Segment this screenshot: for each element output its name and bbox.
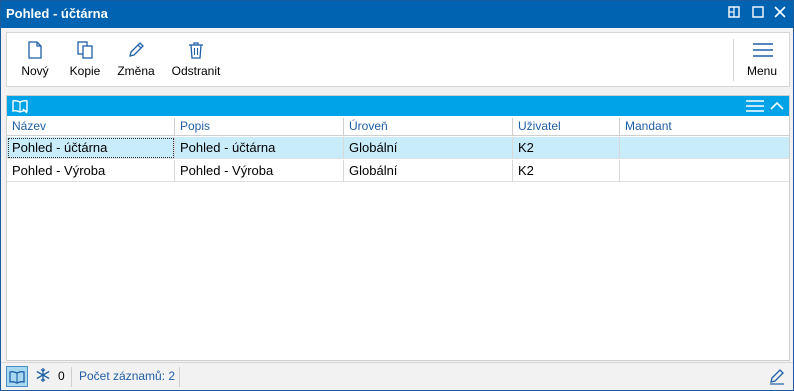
freeze-count: 0 bbox=[58, 369, 65, 383]
cell-mandant[interactable] bbox=[620, 137, 789, 159]
menu-button[interactable]: Menu bbox=[739, 33, 785, 86]
cell-uzivatel[interactable]: K2 bbox=[513, 160, 620, 182]
status-separator bbox=[71, 367, 72, 387]
trash-icon bbox=[186, 40, 206, 60]
cell-mandant[interactable] bbox=[620, 160, 789, 182]
column-header-mandant[interactable]: Mandant bbox=[620, 118, 789, 136]
column-header-uroven[interactable]: Úroveň bbox=[344, 118, 513, 136]
book-toggle-button[interactable] bbox=[6, 366, 28, 387]
edit-button[interactable]: Změna bbox=[111, 33, 161, 86]
window-title: Pohled - účtárna bbox=[6, 6, 108, 21]
cell-uzivatel[interactable]: K2 bbox=[513, 137, 620, 159]
column-header-popis[interactable]: Popis bbox=[175, 118, 344, 136]
records-grid: Název Popis Úroveň Uživatel Mandant Pohl… bbox=[6, 95, 790, 361]
table-row[interactable]: Pohled - účtárna Pohled - účtárna Globál… bbox=[7, 137, 789, 159]
cell-popis[interactable]: Pohled - účtárna bbox=[175, 137, 344, 159]
edit-pen-icon[interactable] bbox=[768, 367, 786, 388]
pencil-icon bbox=[126, 40, 146, 60]
menu-button-label: Menu bbox=[746, 64, 778, 78]
hamburger-icon bbox=[752, 40, 773, 60]
new-button-label: Nový bbox=[21, 64, 49, 78]
status-bar: 0 Počet záznamů: 2 bbox=[1, 362, 793, 390]
close-icon[interactable] bbox=[771, 5, 789, 23]
column-header-uzivatel[interactable]: Uživatel bbox=[513, 118, 620, 136]
status-separator bbox=[179, 367, 180, 387]
copy-icon bbox=[75, 40, 95, 60]
delete-button[interactable]: Odstranit bbox=[167, 33, 225, 86]
grid-menu-icon[interactable] bbox=[745, 98, 765, 117]
record-count: Počet záznamů: 2 bbox=[79, 369, 176, 383]
toolbar: Nový Kopie Změna Odstranit Menu bbox=[6, 32, 790, 87]
snowflake-icon[interactable] bbox=[35, 367, 51, 386]
cell-uroven[interactable]: Globální bbox=[344, 137, 513, 159]
table-row[interactable]: Pohled - Výroba Pohled - Výroba Globální… bbox=[7, 160, 789, 182]
cell-nazev[interactable]: Pohled - Výroba bbox=[7, 160, 175, 182]
copy-button-label: Kopie bbox=[69, 64, 101, 78]
grid-header-bar bbox=[7, 96, 789, 116]
cell-popis[interactable]: Pohled - Výroba bbox=[175, 160, 344, 182]
maximize-icon[interactable] bbox=[749, 5, 767, 23]
delete-button-label: Odstranit bbox=[171, 64, 221, 78]
column-headers: Název Popis Úroveň Uživatel Mandant bbox=[7, 118, 789, 136]
book-icon[interactable] bbox=[11, 98, 29, 117]
chevron-up-icon[interactable] bbox=[769, 98, 785, 117]
toolbar-separator bbox=[733, 39, 734, 81]
copy-button[interactable]: Kopie bbox=[63, 33, 107, 86]
restore-icon[interactable] bbox=[725, 5, 743, 23]
cell-uroven[interactable]: Globální bbox=[344, 160, 513, 182]
edit-button-label: Změna bbox=[117, 64, 155, 78]
title-bar[interactable]: Pohled - účtárna bbox=[1, 1, 793, 28]
cell-nazev[interactable]: Pohled - účtárna bbox=[7, 137, 175, 159]
view-window: Pohled - účtárna Nový Kopie Změna Odstra… bbox=[0, 0, 794, 391]
new-document-icon bbox=[25, 40, 45, 60]
column-header-nazev[interactable]: Název bbox=[7, 118, 175, 136]
new-button[interactable]: Nový bbox=[13, 33, 57, 86]
